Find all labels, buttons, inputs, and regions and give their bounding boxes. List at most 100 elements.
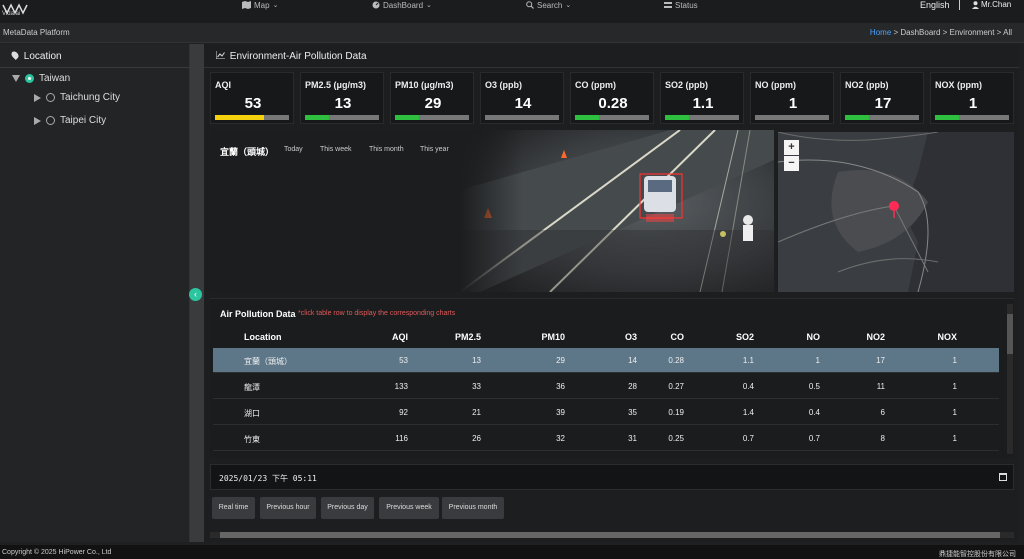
sidebar-title: Location [0, 44, 190, 68]
tab-this-year[interactable]: This year [420, 146, 449, 153]
table-cell: 31 [628, 434, 637, 443]
card-level-fill [575, 115, 600, 120]
card-value: 1 [788, 95, 798, 112]
chevron-left-icon: ‹ [194, 289, 197, 299]
tab-this-month[interactable]: This month [369, 146, 404, 153]
card-level-fill [665, 115, 690, 120]
card-level-bar [575, 115, 649, 120]
previous-day-button[interactable]: Previous day [321, 497, 374, 519]
column-header[interactable]: PM10 [521, 332, 565, 342]
table-cell: 29 [556, 356, 565, 365]
table-row[interactable]: 宜蘭（頭城） 53 13 29 14 0.28 1.1 1 17 1 [213, 348, 999, 373]
zoom-in-button[interactable]: + [784, 140, 799, 155]
radio-icon[interactable] [46, 93, 55, 102]
chevron-down-icon: ⌄ [565, 2, 572, 9]
main-panel: Environment-Air Pollution Data AQI 53 PM2.… [204, 44, 1019, 542]
card-level-bar [305, 115, 379, 120]
card-value: 53 [244, 95, 262, 112]
card-level-fill [845, 115, 870, 120]
real-time-button[interactable]: Real time [212, 497, 255, 519]
table-scrollbar[interactable] [1007, 304, 1013, 454]
nav-map[interactable]: Map ⌄ [242, 0, 278, 10]
table-row[interactable]: 竹東 116 26 32 31 0.25 0.7 0.7 8 1 [213, 426, 999, 451]
table-cell: 35 [628, 408, 637, 417]
table-cell: 1.4 [742, 408, 754, 417]
table-cell: 26 [472, 434, 481, 443]
table-cell: 14 [628, 356, 637, 365]
table-cell: 53 [399, 356, 408, 365]
user-menu[interactable]: Mr.Chan [972, 0, 1011, 9]
table-row[interactable]: 湖口 92 21 39 35 0.19 1.4 0.4 6 1 [213, 400, 999, 425]
column-header[interactable]: NO [776, 332, 821, 342]
nav-dashboard[interactable]: DashBoard ⌄ [372, 0, 432, 10]
card-pm25: PM2.5 (μg/m3) 13 [300, 72, 384, 124]
column-header[interactable]: NOX [913, 332, 957, 342]
line-chart-icon [215, 51, 225, 60]
main-title: Environment-Air Pollution Data [204, 44, 1019, 68]
column-header[interactable]: PM2.5 [437, 332, 481, 342]
table-cell: 33 [472, 382, 481, 391]
date-time-value: 2025/01/23 下午 05:11 [219, 474, 317, 483]
tree-item-taipei[interactable]: Taipei City [34, 115, 106, 126]
card-value: 0.28 [598, 95, 628, 112]
column-header[interactable]: CO [640, 332, 685, 342]
column-header[interactable]: Location [244, 332, 282, 342]
sidebar-title-label: Location [23, 51, 62, 62]
table-hint: *click table row to display the correspo… [298, 310, 456, 317]
expand-arrow-icon[interactable] [12, 75, 20, 82]
column-header[interactable]: NO2 [841, 332, 885, 342]
column-header[interactable]: O3 [593, 332, 637, 342]
previous-hour-button[interactable]: Previous hour [260, 497, 316, 519]
table-cell: 0.4 [808, 408, 820, 417]
breadcrumb-home[interactable]: Home [870, 28, 891, 37]
location-map[interactable]: + − [778, 132, 1014, 292]
card-label: NO (ppm) [755, 80, 796, 90]
nav-search[interactable]: Search ⌄ [526, 0, 571, 10]
card-co: CO (ppm) 0.28 [570, 72, 654, 124]
tree-item-label: Taichung City [60, 92, 121, 103]
collapse-arrow-icon[interactable] [34, 93, 41, 102]
tab-this-week[interactable]: This week [320, 146, 352, 153]
horizontal-scrollbar[interactable] [210, 532, 1014, 538]
table-cell: 116 [395, 434, 408, 443]
tree-item-taiwan[interactable]: Taiwan [12, 73, 70, 84]
table-cell: 133 [394, 382, 408, 391]
radio-selected-icon[interactable] [25, 74, 34, 83]
zoom-out-button[interactable]: − [784, 156, 799, 171]
table-row[interactable]: 龍潭 133 33 36 28 0.27 0.4 0.5 11 1 [213, 374, 999, 399]
calendar-icon[interactable] [999, 473, 1007, 481]
card-label: AQI [215, 80, 232, 90]
platform-title: MetaData Platform [3, 28, 70, 37]
sub-bar: MetaData Platform Home > DashBoard > Env… [0, 23, 1024, 43]
previous-week-button[interactable]: Previous week [379, 497, 439, 519]
breadcrumb: Home > DashBoard > Environment > All [870, 28, 1012, 37]
table-cell: 1 [952, 356, 957, 365]
card-value: 1 [968, 95, 978, 112]
column-header[interactable]: SO2 [710, 332, 754, 342]
table-cell: 39 [556, 408, 565, 417]
table-cell: 0.5 [808, 382, 820, 391]
nav-status[interactable]: Status [664, 0, 698, 10]
card-o3: O3 (ppb) 14 [480, 72, 564, 124]
collapse-arrow-icon[interactable] [34, 116, 41, 125]
previous-month-button[interactable]: Previous month [442, 497, 504, 519]
date-time-input[interactable]: 2025/01/23 下午 05:11 [210, 464, 1014, 490]
table-cell: 0.25 [668, 434, 684, 443]
breadcrumb-path: > DashBoard > Environment > All [891, 28, 1012, 37]
tab-today[interactable]: Today [284, 146, 303, 153]
status-icon [664, 2, 672, 8]
radio-icon[interactable] [46, 116, 55, 125]
language-selector[interactable]: English [920, 0, 950, 10]
collapse-sidebar-button[interactable]: ‹ [189, 288, 202, 301]
card-value: 13 [334, 95, 352, 112]
nav-map-label: Map [254, 0, 270, 10]
card-value: 14 [514, 95, 532, 112]
tree-item-taichung[interactable]: Taichung City [34, 92, 120, 103]
table-header: Location AQI PM2.5 PM10 O3 CO SO2 NO NO2 NOX [213, 326, 999, 348]
chart-panel: 宜蘭（頭城） Today This week This month This y… [210, 130, 774, 292]
column-header[interactable]: AQI [364, 332, 408, 342]
chart-location-name: 宜蘭（頭城） [220, 147, 275, 157]
air-pollution-table: Air Pollution Data *click table row to d… [210, 298, 1014, 458]
scrollbar-thumb[interactable] [220, 532, 1000, 538]
scrollbar-thumb[interactable] [1007, 314, 1013, 354]
